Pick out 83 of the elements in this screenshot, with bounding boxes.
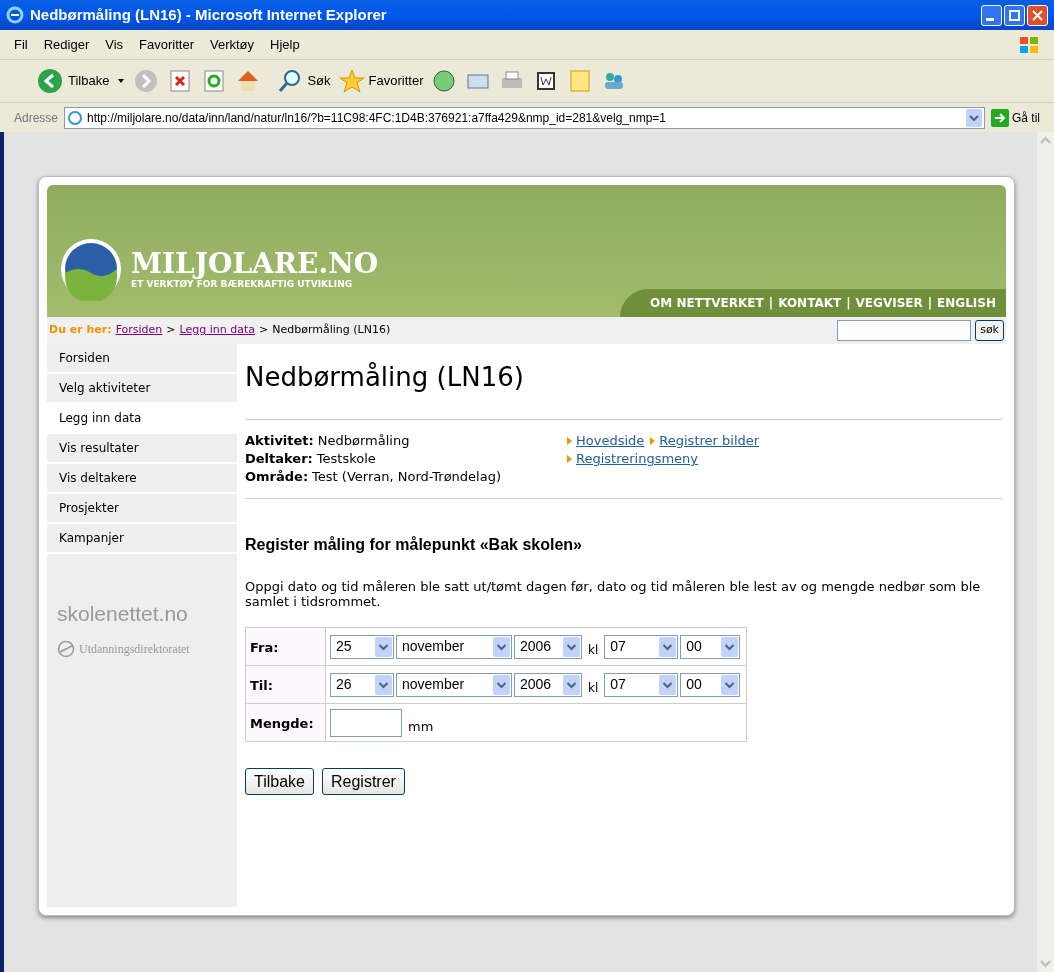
breadcrumb-link[interactable]: Forsiden — [115, 322, 163, 339]
skolenettet-logo: skolenettet.no — [57, 601, 189, 627]
sidebar-item[interactable]: Kampanjer — [47, 524, 237, 552]
info-link[interactable]: Hovedside — [576, 432, 645, 450]
dropdown-caret-icon — [117, 77, 126, 85]
page-title: Nedbørmåling (LN16) — [245, 361, 525, 394]
info-label: Deltaker: — [245, 450, 313, 468]
maximize-icon — [1009, 9, 1020, 21]
form-label: Fra: — [250, 639, 279, 655]
minimize-button[interactable] — [981, 4, 1002, 26]
menu-item[interactable]: Fil — [14, 34, 28, 55]
form-label: Til: — [250, 677, 273, 693]
dropdown[interactable]: november — [396, 634, 512, 659]
minimize-icon — [986, 17, 997, 21]
header-link[interactable]: KONTAKT — [778, 294, 842, 312]
address-field[interactable]: http://miljolare.no/data/inn/land/natur/ln16/?b=11C98:4FC:1D4B:376921:a7ffa429&nmp_id=281&velg_nmp=1 — [64, 106, 985, 129]
link-separator: | — [927, 295, 933, 312]
menu-item[interactable]: Verktøy — [210, 34, 255, 55]
triangle-bullet-icon — [567, 437, 572, 445]
dropdown[interactable]: 2006 — [514, 672, 582, 697]
maximize-button[interactable] — [1004, 4, 1025, 26]
info-value: Test (Verran, Nord-Trøndelag) — [312, 468, 501, 486]
dropdown[interactable]: 26 — [330, 672, 394, 697]
header-link[interactable]: OM NETTVERKET — [650, 294, 764, 312]
menu-item[interactable]: Favoritter — [139, 34, 194, 55]
info-value: Testskole — [316, 450, 376, 468]
info-link[interactable]: Registrer bilder — [659, 432, 760, 450]
sidebar-item[interactable]: Vis resultater — [47, 434, 237, 462]
favorites-button[interactable]: Favoritter — [338, 68, 424, 94]
sidebar-item[interactable]: Forsiden — [47, 344, 237, 372]
form-button[interactable]: Tilbake — [245, 768, 314, 795]
unit-label: mm — [408, 718, 434, 736]
scrollbar[interactable] — [1037, 132, 1054, 972]
dropdown[interactable]: november — [396, 672, 512, 697]
menu-item[interactable]: Vis — [105, 34, 124, 55]
dropdown[interactable]: 00 — [680, 672, 741, 697]
form-button[interactable]: Registrer — [322, 768, 405, 795]
back-button[interactable]: Tilbake — [36, 67, 110, 95]
sidebar-item[interactable]: Velg aktiviteter — [47, 374, 237, 402]
breadcrumb-label: Du er her: — [49, 322, 112, 339]
amount-field[interactable] — [330, 708, 402, 737]
page-icon — [67, 109, 84, 126]
dropdown[interactable]: 07 — [604, 672, 679, 697]
search-button[interactable]: søk — [975, 320, 1004, 341]
breadcrumb-separator: > — [166, 322, 176, 339]
url-text: http://miljolare.no/data/inn/land/natur/ln16/?b=11C98:4FC:1D4B:376921:a7ffa429&nmp_id=281&velg_nmp=1 — [87, 109, 667, 127]
time-label: kl — [588, 679, 599, 697]
globe-logo-icon — [59, 237, 123, 301]
breadcrumb-current: Nedbørmåling (LN16) — [272, 322, 391, 339]
go-button[interactable]: Gå til — [991, 108, 1040, 127]
search-button[interactable]: Søk — [277, 68, 331, 94]
triangle-bullet-icon — [650, 437, 656, 445]
triangle-bullet-icon — [567, 455, 572, 463]
search-field[interactable] — [837, 320, 972, 341]
section-heading: Register måling for målepunkt «Bak skolen» — [245, 535, 583, 555]
info-label: Aktivitet: — [245, 432, 314, 450]
address-label: Adresse — [14, 109, 59, 127]
close-button[interactable] — [1027, 4, 1048, 26]
link-separator: | — [768, 295, 774, 312]
link-separator: | — [846, 295, 851, 312]
info-label: Område: — [245, 468, 309, 486]
description-text: Oppgi dato og tid måleren ble satt ut/tømt dagen før, dato og tid måleren ble lest av og mengde nedbør som ble samlet i tidsrommet. — [245, 579, 982, 609]
breadcrumb-separator: > — [259, 322, 269, 339]
info-value: Nedbørmåling — [317, 432, 410, 450]
close-icon — [1032, 9, 1043, 21]
circle-slash-icon — [57, 639, 75, 658]
directorate-logo: Utdanningsdirektoratet — [79, 640, 190, 658]
header-link[interactable]: ENGLISH — [937, 294, 996, 312]
window-title: Nedbørmåling (LN16) - Microsoft Internet Explorer — [30, 4, 388, 25]
dropdown[interactable]: 00 — [680, 634, 741, 659]
dropdown[interactable]: 25 — [330, 634, 394, 659]
dropdown[interactable]: 2006 — [514, 634, 582, 659]
menu-item[interactable]: Rediger — [43, 34, 90, 55]
form-label: Mengde: — [250, 715, 314, 731]
breadcrumb-link[interactable]: Legg inn data — [179, 322, 255, 339]
time-label: kl — [588, 641, 599, 659]
menu-item[interactable]: Hjelp — [270, 34, 300, 55]
sidebar-item[interactable]: Vis deltakere — [47, 464, 237, 492]
dropdown[interactable]: 07 — [604, 634, 679, 659]
sidebar-item[interactable]: Prosjekter — [47, 494, 237, 522]
header-link[interactable]: VEGVISER — [855, 294, 923, 312]
info-link[interactable]: Registreringsmeny — [576, 450, 699, 468]
star-icon — [338, 68, 365, 94]
